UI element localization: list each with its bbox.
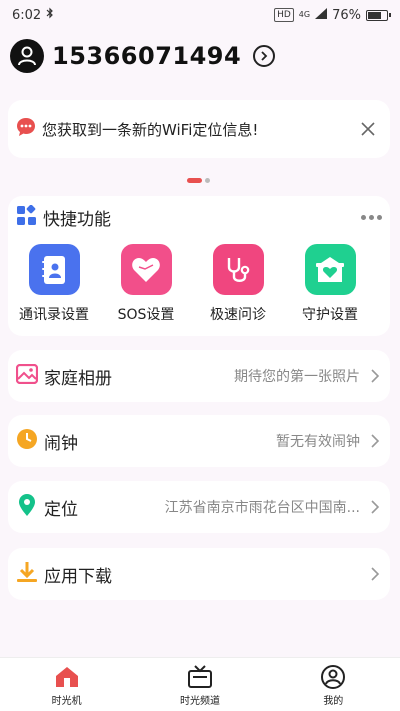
tab-profile-label: 我的 <box>323 696 344 707</box>
bottom-tab-bar: 时光机 时光频道 我的 <box>0 657 400 711</box>
status-left: 6:02 <box>12 7 54 23</box>
signal-icon <box>315 7 328 23</box>
message-icon <box>16 117 36 141</box>
family-album-row[interactable]: 家庭相册 期待您的第一张照片 <box>8 350 390 402</box>
shield-home-icon <box>304 244 356 295</box>
indicator-dot-active <box>187 178 202 183</box>
battery-icon <box>366 9 391 21</box>
phone-number: 15366071494 <box>52 42 242 70</box>
avatar[interactable] <box>10 39 44 73</box>
tab-profile[interactable]: 我的 <box>283 658 383 711</box>
notice-text: 您获取到一条新的WiFi定位信息! <box>42 120 259 139</box>
quick-functions-header: 快捷功能 <box>16 204 382 230</box>
tab-time-machine[interactable]: 时光机 <box>17 658 117 711</box>
location-value: 江苏省南京市雨花台区中国南... <box>164 500 360 516</box>
location-title: 定位 <box>44 499 78 520</box>
app-download-title: 应用下载 <box>44 566 112 587</box>
page-indicator <box>187 178 210 183</box>
quick-consult-label: 极速问诊 <box>210 307 266 323</box>
grid-icon <box>16 204 37 230</box>
battery-percent: 76% <box>332 7 361 23</box>
guard-settings-button[interactable]: 守护设置 <box>284 244 376 324</box>
close-notice-button[interactable] <box>356 117 380 141</box>
chevron-right-icon <box>371 434 380 448</box>
battery-fill <box>368 11 381 19</box>
quick-functions-card: 快捷功能 通讯录设置 SOS设置 极速问诊 守护设置 <box>8 196 390 336</box>
tab-time-channel-label: 时光频道 <box>179 696 220 707</box>
quick-consult-button[interactable]: 极速问诊 <box>192 244 284 324</box>
stethoscope-icon <box>212 244 264 295</box>
bluetooth-icon <box>46 7 54 23</box>
family-album-value: 期待您的第一张照片 <box>234 369 360 385</box>
status-time: 6:02 <box>12 7 42 23</box>
profile-icon <box>321 665 346 689</box>
guard-settings-label: 守护设置 <box>302 307 358 323</box>
alarm-title: 闹钟 <box>44 433 78 454</box>
more-icon[interactable] <box>361 214 382 220</box>
family-album-title: 家庭相册 <box>44 368 112 389</box>
sos-settings-button[interactable]: SOS设置 <box>100 244 192 324</box>
user-header: 15366071494 <box>10 36 276 76</box>
heart-icon <box>120 244 172 295</box>
alarm-row[interactable]: 闹钟 暂无有效闹钟 <box>8 415 390 467</box>
network-type: 4G <box>298 10 311 19</box>
sos-settings-label: SOS设置 <box>117 307 175 323</box>
close-icon <box>361 122 375 136</box>
tab-time-machine-label: 时光机 <box>51 696 82 707</box>
download-icon <box>16 561 38 587</box>
alarm-clock-icon <box>16 428 38 454</box>
quick-functions-list: 通讯录设置 SOS设置 极速问诊 守护设置 <box>8 244 390 324</box>
status-right: HD 4G 76% <box>274 7 391 23</box>
chevron-right-icon <box>371 567 380 581</box>
chevron-right-icon <box>371 500 380 514</box>
alarm-value: 暂无有效闹钟 <box>276 434 360 450</box>
switch-device-button[interactable] <box>253 45 276 67</box>
chevron-right-icon <box>261 51 268 61</box>
status-bar: 6:02 HD 4G 76% <box>0 0 400 30</box>
indicator-dot <box>205 178 210 183</box>
contacts-settings-label: 通讯录设置 <box>19 307 89 323</box>
chevron-right-icon <box>371 369 380 383</box>
tv-icon <box>187 665 212 688</box>
contacts-settings-button[interactable]: 通讯录设置 <box>8 244 100 324</box>
quick-functions-title: 快捷功能 <box>43 209 111 230</box>
app-download-row[interactable]: 应用下载 <box>8 548 390 600</box>
hd-badge: HD <box>274 8 294 22</box>
contacts-icon <box>28 244 80 295</box>
photo-album-icon <box>15 363 39 388</box>
notice-card[interactable]: 您获取到一条新的WiFi定位信息! <box>8 100 390 158</box>
location-pin-icon <box>16 493 38 521</box>
home-icon <box>55 667 78 687</box>
location-row[interactable]: 定位 江苏省南京市雨花台区中国南... <box>8 481 390 533</box>
user-icon <box>18 46 36 66</box>
tab-time-channel[interactable]: 时光频道 <box>150 658 250 711</box>
